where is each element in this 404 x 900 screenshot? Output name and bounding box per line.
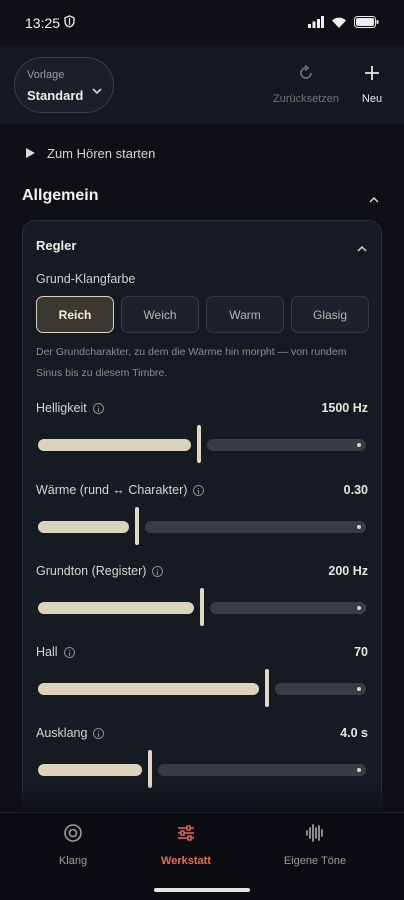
slider-value: 200 Hz — [328, 564, 368, 578]
signal-icon — [308, 15, 324, 33]
nav-item-sound[interactable]: Klang — [13, 823, 133, 867]
preset-value: Standard — [27, 88, 84, 103]
slider-end-dot — [357, 525, 361, 529]
slider-value: 1500 Hz — [321, 401, 368, 415]
start-listening-button[interactable]: Zum Hören starten — [26, 146, 155, 161]
slider-end-dot — [357, 443, 361, 447]
slider-track[interactable] — [38, 425, 366, 463]
nav-item-workshop[interactable]: Werkstatt — [126, 823, 246, 867]
slider-value: 0.30 — [343, 483, 368, 497]
slider-thumb[interactable] — [200, 588, 204, 626]
slider-end-dot — [357, 687, 361, 691]
nav-label: Eigene Töne — [283, 855, 347, 867]
start-listening-label: Zum Hören starten — [47, 146, 156, 161]
battery-icon — [354, 15, 379, 33]
slider-warmth: Wärme (rund ↔ Charakter) 0.30 — [36, 483, 368, 547]
chevron-up-icon[interactable] — [356, 240, 368, 258]
section-title: Allgemein — [22, 187, 99, 204]
slider-end-dot — [357, 606, 361, 610]
chevron-up-icon[interactable] — [368, 191, 380, 209]
slider-label: Grundton (Register) — [36, 564, 147, 578]
slider-remaining — [275, 683, 366, 695]
preset-caption: Vorlage — [27, 69, 65, 81]
controls-card: Regler Grund-Klangfarbe Reich Weich Warm… — [22, 220, 382, 812]
scroll-fade — [0, 784, 404, 812]
nav-item-own-sounds[interactable]: Eigene Töne — [255, 823, 375, 867]
wifi-icon — [331, 15, 347, 33]
home-indicator[interactable] — [154, 888, 250, 892]
card-title: Regler — [36, 238, 77, 253]
slider-remaining — [145, 521, 366, 533]
play-icon — [26, 146, 35, 161]
slider-end-dot — [357, 768, 361, 772]
top-bar: Vorlage Standard Zurücksetzen Neu — [0, 46, 404, 124]
slider-track[interactable] — [38, 750, 366, 788]
status-time: 13:25 — [25, 15, 61, 31]
slider-label: Ausklang — [36, 726, 88, 740]
timbre-segmented-control: Reich Weich Warm Glasig — [36, 296, 369, 333]
chevron-down-icon — [91, 82, 103, 100]
slider-track[interactable] — [38, 588, 366, 626]
slider-thumb[interactable] — [197, 425, 201, 463]
slider-fill — [38, 602, 194, 614]
reset-label: Zurücksetzen — [272, 93, 340, 105]
workshop-content[interactable]: Zum Hören starten Allgemein Regler Grund… — [0, 124, 404, 812]
slider-track[interactable] — [38, 669, 366, 707]
bottom-nav: Klang Werkstatt Eigene Töne — [0, 812, 404, 900]
slider-label: Helligkeit — [36, 401, 87, 415]
timbre-label: Grund-Klangfarbe — [36, 272, 136, 286]
timbre-option[interactable]: Warm — [206, 296, 284, 333]
shield-icon — [64, 15, 75, 33]
slider-thumb[interactable] — [148, 750, 152, 788]
refresh-icon — [297, 64, 315, 86]
slider-remaining — [210, 602, 366, 614]
preset-selector[interactable]: Vorlage Standard — [14, 57, 114, 113]
slider-remaining — [158, 764, 366, 776]
timbre-description: Der Grundcharakter, zu dem die Wärme hin… — [36, 346, 347, 379]
slider-brightness: Helligkeit 1500 Hz — [36, 401, 368, 465]
info-icon[interactable] — [152, 565, 164, 577]
timbre-option[interactable]: Weich — [121, 296, 199, 333]
info-icon[interactable] — [193, 484, 205, 496]
timbre-option[interactable]: Glasig — [291, 296, 369, 333]
info-icon[interactable] — [93, 727, 105, 739]
slider-reverb: Hall 70 — [36, 645, 368, 709]
slider-value: 70 — [354, 645, 368, 659]
slider-decay: Ausklang 4.0 s — [36, 726, 368, 790]
slider-fill — [38, 521, 129, 533]
slider-fill — [38, 683, 259, 695]
info-icon[interactable] — [63, 646, 75, 658]
plus-icon — [363, 66, 381, 86]
slider-value: 4.0 s — [340, 726, 368, 740]
slider-thumb[interactable] — [135, 507, 139, 545]
waveform-icon — [305, 824, 325, 847]
timbre-option[interactable]: Reich — [36, 296, 114, 333]
status-bar: 13:25 — [0, 0, 404, 46]
slider-fill — [38, 764, 142, 776]
slider-label: Wärme (rund ↔ Charakter) — [36, 483, 188, 497]
slider-label: Hall — [36, 645, 58, 659]
status-icons — [308, 15, 379, 33]
slider-remaining — [207, 439, 366, 451]
slider-track[interactable] — [38, 507, 366, 545]
slider-root-pitch: Grundton (Register) 200 Hz — [36, 564, 368, 628]
nav-label: Werkstatt — [161, 855, 211, 867]
new-label: Neu — [361, 93, 383, 105]
new-button[interactable]: Neu — [355, 64, 389, 106]
nav-label: Klang — [58, 855, 88, 867]
slider-thumb[interactable] — [265, 669, 269, 707]
sliders-icon — [176, 825, 196, 847]
slider-fill — [38, 439, 191, 451]
info-icon[interactable] — [92, 402, 104, 414]
reset-button[interactable]: Zurücksetzen — [272, 64, 340, 106]
target-icon — [63, 824, 83, 847]
